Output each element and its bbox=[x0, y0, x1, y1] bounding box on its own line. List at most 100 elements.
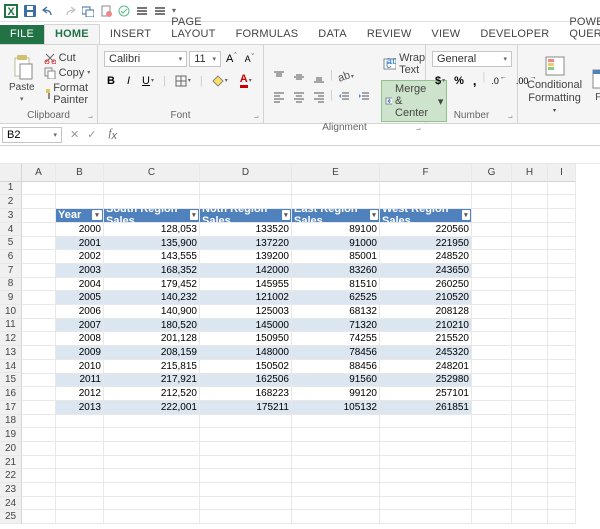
cell[interactable] bbox=[548, 428, 576, 442]
tab-formulas[interactable]: FORMULAS bbox=[226, 25, 309, 44]
cell[interactable] bbox=[22, 319, 56, 333]
cell[interactable]: 2007 bbox=[56, 319, 104, 333]
underline-button[interactable]: U▾ bbox=[139, 73, 157, 89]
row-header[interactable]: 22 bbox=[0, 469, 22, 483]
cell[interactable] bbox=[200, 497, 292, 511]
increase-font-icon[interactable]: Aˆ bbox=[223, 51, 240, 67]
cell[interactable] bbox=[22, 428, 56, 442]
cell[interactable]: 68132 bbox=[292, 305, 380, 319]
cell[interactable] bbox=[548, 291, 576, 305]
row-header[interactable]: 23 bbox=[0, 483, 22, 497]
cell[interactable]: 215520 bbox=[380, 332, 472, 346]
align-center-icon[interactable] bbox=[290, 89, 308, 105]
cell[interactable] bbox=[472, 483, 512, 497]
column-header[interactable]: G bbox=[472, 164, 512, 182]
cell[interactable] bbox=[380, 469, 472, 483]
align-bottom-icon[interactable] bbox=[310, 69, 328, 85]
grid[interactable]: ABCDEFGHI Year▾South Region Sales▾Noth R… bbox=[22, 164, 600, 524]
cell[interactable] bbox=[472, 305, 512, 319]
redo-icon[interactable] bbox=[62, 5, 76, 17]
cell[interactable]: 85001 bbox=[292, 250, 380, 264]
cell[interactable] bbox=[472, 264, 512, 278]
cell[interactable] bbox=[548, 374, 576, 388]
table-header-cell[interactable]: Year▾ bbox=[56, 209, 104, 223]
tab-insert[interactable]: INSERT bbox=[100, 25, 161, 44]
cell[interactable] bbox=[200, 195, 292, 209]
cell[interactable] bbox=[104, 415, 200, 429]
column-header[interactable]: D bbox=[200, 164, 292, 182]
cell[interactable] bbox=[548, 223, 576, 237]
cell[interactable] bbox=[472, 428, 512, 442]
cell[interactable] bbox=[512, 428, 548, 442]
cell[interactable] bbox=[472, 209, 512, 223]
cell[interactable] bbox=[380, 428, 472, 442]
row-header[interactable]: 10 bbox=[0, 305, 22, 319]
cell[interactable] bbox=[472, 291, 512, 305]
cell[interactable]: 175211 bbox=[200, 401, 292, 415]
cell[interactable] bbox=[512, 387, 548, 401]
cell[interactable] bbox=[472, 250, 512, 264]
cell[interactable]: 252980 bbox=[380, 374, 472, 388]
align-middle-icon[interactable] bbox=[290, 69, 308, 85]
copy-button[interactable]: Copy▾ bbox=[42, 66, 96, 80]
cell[interactable] bbox=[548, 278, 576, 292]
row-header[interactable]: 4 bbox=[0, 223, 22, 237]
fill-color-button[interactable]: ▾ bbox=[209, 73, 231, 89]
cell[interactable] bbox=[472, 237, 512, 251]
row-header[interactable]: 24 bbox=[0, 497, 22, 511]
cell[interactable]: 99120 bbox=[292, 387, 380, 401]
cell[interactable] bbox=[200, 428, 292, 442]
cut-button[interactable]: Cut bbox=[42, 51, 96, 65]
row-header[interactable]: 18 bbox=[0, 415, 22, 429]
cell[interactable] bbox=[380, 456, 472, 470]
cell[interactable]: 125003 bbox=[200, 305, 292, 319]
cell[interactable] bbox=[200, 182, 292, 196]
cell[interactable]: 2003 bbox=[56, 264, 104, 278]
cell[interactable] bbox=[22, 209, 56, 223]
cell[interactable]: 180,520 bbox=[104, 319, 200, 333]
cell[interactable] bbox=[512, 483, 548, 497]
cell[interactable] bbox=[548, 497, 576, 511]
save-icon[interactable] bbox=[24, 5, 36, 17]
font-color-button[interactable]: A▾ bbox=[237, 71, 255, 90]
cell[interactable] bbox=[200, 469, 292, 483]
cell[interactable] bbox=[512, 415, 548, 429]
filter-dropdown-icon[interactable]: ▾ bbox=[282, 210, 290, 220]
cell[interactable] bbox=[56, 497, 104, 511]
cell[interactable] bbox=[22, 278, 56, 292]
row-header[interactable]: 1 bbox=[0, 182, 22, 196]
cell[interactable] bbox=[548, 182, 576, 196]
cell[interactable]: 179,452 bbox=[104, 278, 200, 292]
select-all-corner[interactable] bbox=[0, 164, 22, 182]
cell[interactable]: 221950 bbox=[380, 237, 472, 251]
number-format-select[interactable]: General▾ bbox=[432, 51, 512, 67]
cell[interactable]: 243650 bbox=[380, 264, 472, 278]
cell[interactable] bbox=[472, 415, 512, 429]
format-table-button[interactable]: Fo bbox=[589, 47, 600, 123]
cell[interactable]: 143,555 bbox=[104, 250, 200, 264]
table-header-cell[interactable]: East Region Sales▾ bbox=[292, 209, 380, 223]
cell[interactable] bbox=[22, 291, 56, 305]
qat-btn[interactable] bbox=[136, 5, 148, 17]
cell[interactable] bbox=[472, 223, 512, 237]
cell[interactable]: 248520 bbox=[380, 250, 472, 264]
percent-format-icon[interactable]: % bbox=[451, 71, 467, 90]
decrease-indent-icon[interactable] bbox=[335, 89, 353, 105]
row-header[interactable]: 13 bbox=[0, 346, 22, 360]
row-header[interactable]: 6 bbox=[0, 250, 22, 264]
cell[interactable]: 150950 bbox=[200, 332, 292, 346]
cell[interactable] bbox=[512, 264, 548, 278]
cell[interactable]: 2004 bbox=[56, 278, 104, 292]
cell[interactable]: 105132 bbox=[292, 401, 380, 415]
cell[interactable] bbox=[548, 209, 576, 223]
font-name-select[interactable]: Calibri▾ bbox=[104, 51, 187, 67]
cell[interactable] bbox=[22, 497, 56, 511]
cancel-formula-icon[interactable]: ✕ bbox=[70, 128, 79, 141]
cell[interactable] bbox=[548, 319, 576, 333]
cell[interactable] bbox=[22, 332, 56, 346]
cell[interactable] bbox=[548, 469, 576, 483]
cell[interactable]: 150502 bbox=[200, 360, 292, 374]
row-header[interactable]: 2 bbox=[0, 195, 22, 209]
tab-data[interactable]: DATA bbox=[308, 25, 357, 44]
cell[interactable] bbox=[104, 469, 200, 483]
